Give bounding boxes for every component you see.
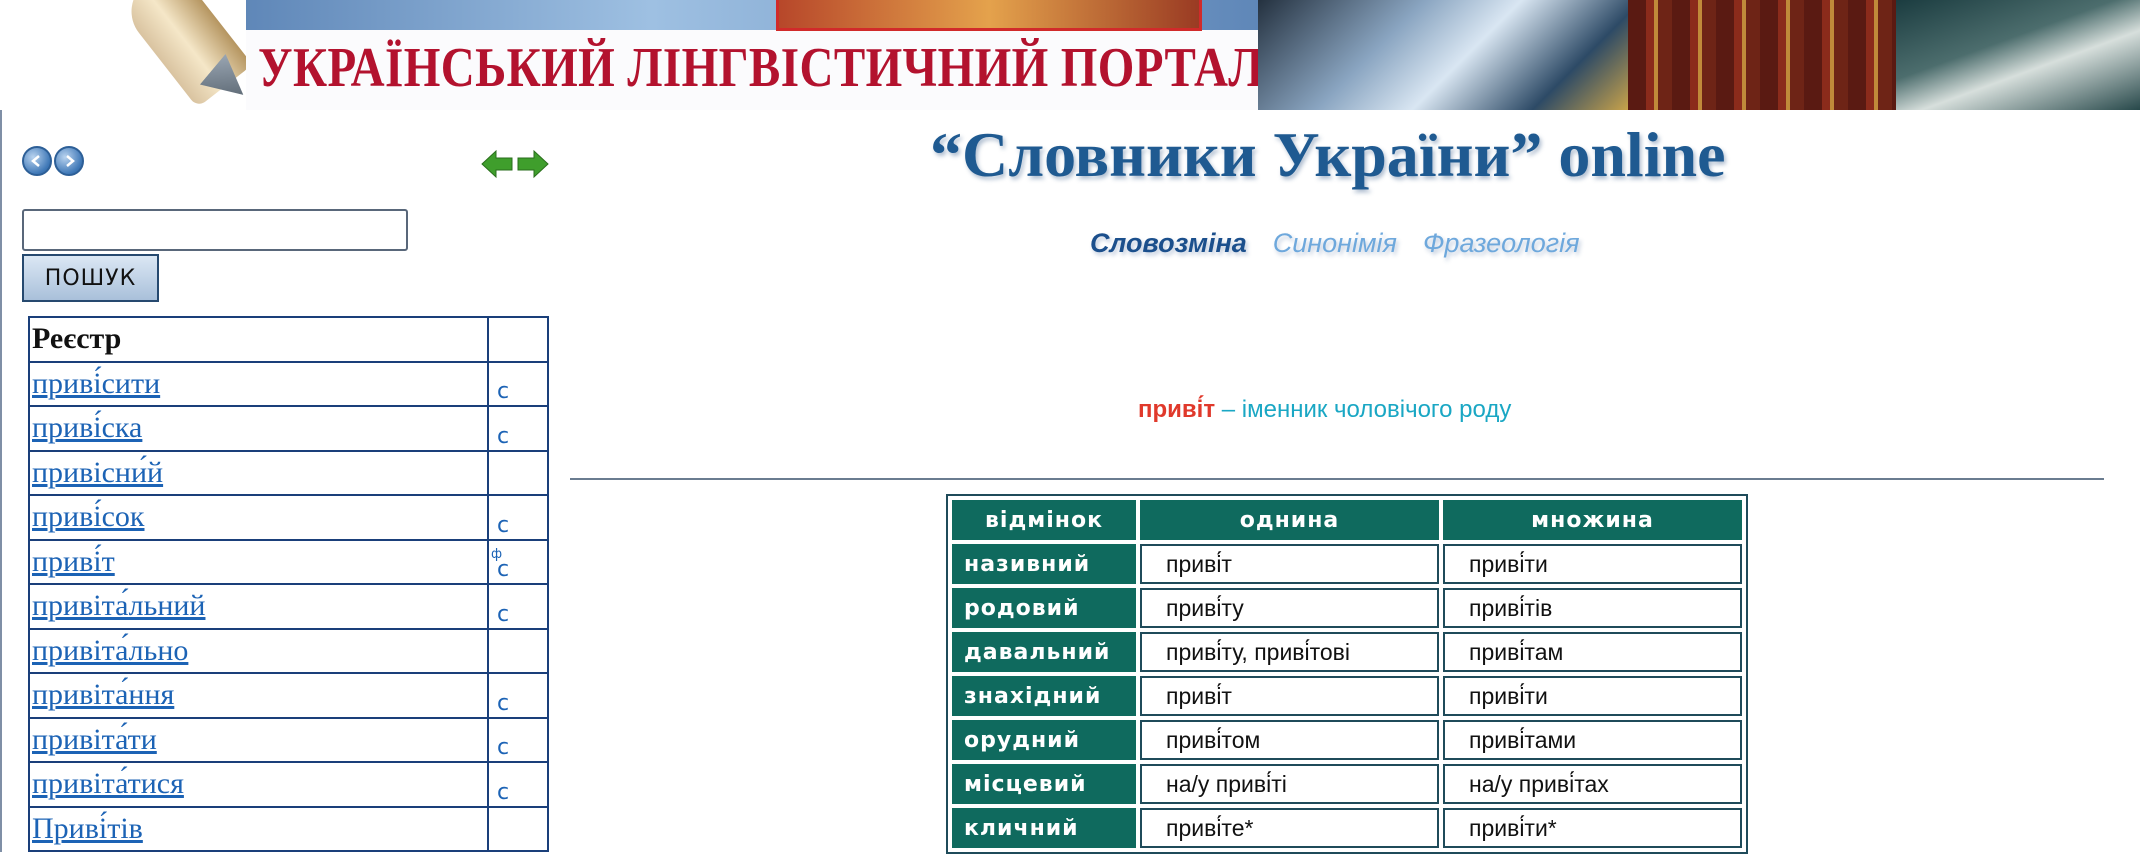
dictionary-title: “Словники України” online	[930, 119, 1726, 190]
declension-row: родовий приві́ту приві́тів	[952, 588, 1742, 628]
registry-word-link[interactable]: приві́сити	[32, 367, 160, 400]
arrow-left-icon	[31, 155, 40, 167]
case-label: знахідний	[952, 676, 1136, 716]
case-label: кличний	[952, 808, 1136, 848]
registry-flag: с	[497, 735, 510, 760]
singular-form: на/у приві́ті	[1140, 764, 1439, 804]
plural-form: на/у приві́тах	[1443, 764, 1742, 804]
word-definition: приві́т – іменник чоловічого роду	[1138, 396, 1511, 424]
registry-flag: с	[497, 779, 510, 805]
declension-row: називний приві́т приві́ти	[952, 544, 1742, 584]
registry-word-link[interactable]: Приві́тів	[32, 812, 143, 845]
plural-form: приві́тами	[1443, 720, 1742, 760]
case-label: орудний	[952, 720, 1136, 760]
part-of-speech: – іменник чоловічого роду	[1215, 396, 1512, 423]
registry-row: привіта́тися с	[28, 761, 549, 808]
registry-flag: с	[497, 690, 510, 716]
search-input[interactable]	[22, 209, 408, 251]
declension-row: давальний приві́ту, приві́тові приві́там	[952, 632, 1742, 672]
declension-table: відмінок однина множина називний приві́т…	[946, 494, 1748, 854]
registry-header: Реєстр	[32, 322, 122, 356]
registry-row-selected: приві́т фс	[28, 538, 549, 585]
plural-form: приві́ти	[1443, 544, 1742, 584]
history-forward-button[interactable]	[54, 146, 84, 176]
case-label: називний	[952, 544, 1136, 584]
singular-form: приві́т	[1140, 676, 1439, 716]
plural-form: приві́тів	[1443, 588, 1742, 628]
singular-form: приві́том	[1140, 720, 1439, 760]
header-plural: множина	[1443, 500, 1742, 540]
headword: приві́т	[1138, 396, 1216, 423]
plural-form: приві́там	[1443, 632, 1742, 672]
registry-row: привіта́ти с	[28, 716, 549, 763]
history-nav	[22, 146, 84, 176]
registry-table: Реєстр приві́сити с приві́ска с привісни…	[28, 316, 549, 852]
registry-word-link[interactable]: приві́т	[32, 545, 115, 578]
tab-synonimiya[interactable]: Синонімія	[1273, 228, 1397, 259]
registry-row: привіта́ння с	[28, 672, 549, 719]
history-back-button[interactable]	[22, 146, 52, 176]
registry-row: привіта́льно	[28, 627, 549, 674]
declension-row: кличний приві́те* приві́ти*	[952, 808, 1742, 848]
page-frame	[0, 0, 2, 852]
banner-strip: УКРАЇНСЬКИЙ ЛІНГВІСТИЧНИЙ ПОРТАЛ	[246, 0, 1263, 110]
registry-word-link[interactable]: привісни́й	[32, 456, 163, 489]
declension-row: знахідний приві́т приві́ти	[952, 676, 1742, 716]
dictionary-tabs: Словозміна Синонімія Фразеологія	[1090, 228, 1580, 259]
banner-collage-image	[1258, 0, 1628, 110]
registry-word-link[interactable]: приві́ска	[32, 411, 142, 444]
declension-row: орудний приві́том приві́тами	[952, 720, 1742, 760]
registry-word-link[interactable]: привіта́ти	[32, 723, 157, 756]
registry-word-link[interactable]: привіта́льно	[32, 634, 188, 667]
registry-row: приві́сок с	[28, 494, 549, 541]
declension-row: місцевий на/у приві́ті на/у приві́тах	[952, 764, 1742, 804]
bookshelf-image	[1628, 0, 1896, 110]
registry-prev-arrow-icon[interactable]	[480, 148, 514, 180]
portal-title: УКРАЇНСЬКИЙ ЛІНГВІСТИЧНИЙ ПОРТАЛ	[258, 37, 1264, 99]
case-label: давальний	[952, 632, 1136, 672]
registry-row: приві́сити с	[28, 360, 549, 407]
declension-header-row: відмінок однина множина	[952, 500, 1742, 540]
singular-form: приві́ту, приві́тові	[1140, 632, 1439, 672]
search-button[interactable]: ПОШУК	[22, 254, 159, 302]
registry-word-link[interactable]: привіта́ння	[32, 678, 174, 711]
registry-row: привіта́льний с	[28, 583, 549, 630]
registry-flag: с	[497, 423, 510, 449]
header-case: відмінок	[952, 500, 1136, 540]
registry-header-row: Реєстр	[28, 316, 549, 363]
registry-word-link[interactable]: привіта́тися	[32, 767, 184, 800]
registry-row: приві́ска с	[28, 405, 549, 452]
arrow-right-icon	[66, 155, 75, 167]
divider	[570, 478, 2104, 480]
registry-flag: с	[497, 601, 510, 627]
plural-form: приві́ти*	[1443, 808, 1742, 848]
singular-form: приві́те*	[1140, 808, 1439, 848]
plural-form: приві́ти	[1443, 676, 1742, 716]
case-label: місцевий	[952, 764, 1136, 804]
registry-word-link[interactable]: приві́сок	[32, 500, 145, 533]
case-label: родовий	[952, 588, 1136, 628]
registry-flag: с	[497, 512, 510, 538]
registry-flag: фс	[491, 547, 510, 582]
book-image	[776, 0, 1202, 31]
open-book-image	[1896, 0, 2140, 110]
tab-frazeolohiya[interactable]: Фразеологія	[1423, 228, 1580, 259]
registry-row: привісни́й	[28, 449, 549, 496]
registry-row: Приві́тів	[28, 805, 549, 852]
portal-banner: УКРАЇНСЬКИЙ ЛІНГВІСТИЧНИЙ ПОРТАЛ	[0, 0, 2140, 110]
registry-flag: с	[497, 379, 510, 404]
registry-nav	[480, 148, 550, 180]
singular-form: приві́т	[1140, 544, 1439, 584]
singular-form: приві́ту	[1140, 588, 1439, 628]
tab-slovozmina[interactable]: Словозміна	[1090, 228, 1247, 259]
registry-word-link[interactable]: привіта́льний	[32, 589, 205, 622]
header-singular: однина	[1140, 500, 1439, 540]
registry-next-arrow-icon[interactable]	[516, 148, 550, 180]
fountain-pen-image	[0, 0, 246, 110]
